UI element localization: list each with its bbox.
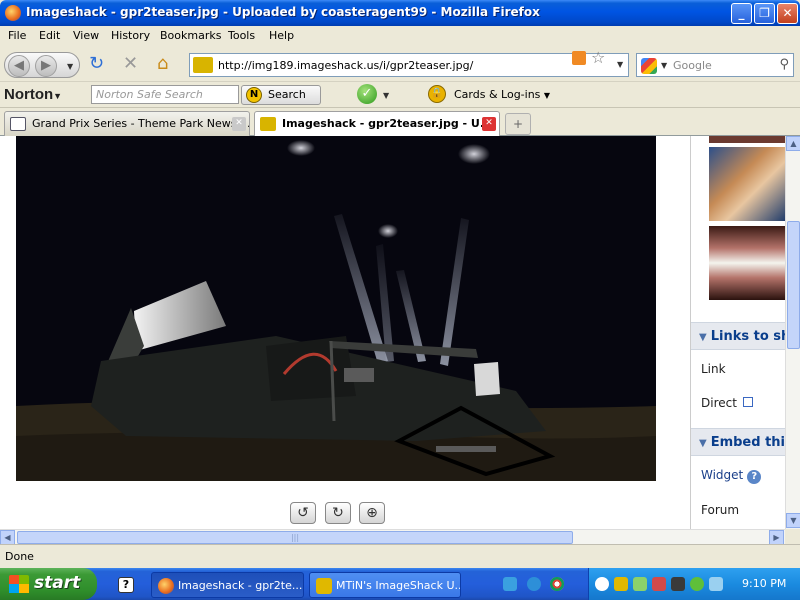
search-icon[interactable]: ⚲ xyxy=(779,57,789,72)
tray-expand-icon[interactable] xyxy=(595,577,609,591)
menu-history[interactable]: History xyxy=(111,29,150,42)
horizontal-scroll-thumb[interactable]: ||| xyxy=(17,531,573,544)
taskbar-button-firefox[interactable]: Imageshack - gpr2te... xyxy=(151,572,304,598)
link-label: Link xyxy=(701,362,726,376)
norton-search-button[interactable]: N Search xyxy=(241,85,321,105)
vertical-scrollbar[interactable]: ▲ ▼ xyxy=(785,136,800,529)
home-icon[interactable]: ⌂ xyxy=(157,55,168,73)
maximize-button[interactable]: ❐ xyxy=(754,3,775,24)
image-viewer[interactable] xyxy=(16,136,656,481)
help-quicklaunch-icon[interactable]: ? xyxy=(118,577,134,593)
safe-web-dropdown-icon[interactable]: ▼ xyxy=(383,91,389,100)
identity-safe-icon[interactable]: 🔒 xyxy=(428,85,446,103)
chrome-icon[interactable] xyxy=(550,577,564,591)
scroll-left-icon[interactable]: ◀ xyxy=(0,530,15,545)
norton-logo[interactable]: Norton▼ xyxy=(4,86,62,103)
norton-search-input[interactable]: Norton Safe Search xyxy=(91,85,239,104)
minimize-button[interactable]: _ xyxy=(731,3,752,24)
stop-icon[interactable]: ✕ xyxy=(123,55,138,73)
norton-icon: N xyxy=(246,87,262,103)
ad-thumbnail-face[interactable] xyxy=(709,147,785,221)
firefox-icon xyxy=(158,578,174,594)
ad-thumbnail-top[interactable] xyxy=(709,136,785,143)
menu-help[interactable]: Help xyxy=(269,29,294,42)
teaser-image xyxy=(16,136,656,481)
menu-tools[interactable]: Tools xyxy=(228,29,255,42)
google-icon[interactable] xyxy=(641,58,657,74)
status-bar: Done xyxy=(0,544,800,568)
rotate-right-button[interactable]: ↻ xyxy=(325,502,351,524)
rotate-left-button[interactable]: ↺ xyxy=(290,502,316,524)
vertical-scroll-thumb[interactable] xyxy=(787,221,800,349)
navigation-toolbar: ◀ ▶ ▼ ↻ ✕ ⌂ http://img189.imageshack.us/… xyxy=(0,46,800,82)
tab-imageshack[interactable]: Imageshack - gpr2teaser.jpg - U... ✕ xyxy=(254,111,500,136)
forward-button[interactable]: ▶ xyxy=(35,55,57,77)
url-dropdown-icon[interactable]: ▼ xyxy=(617,60,623,69)
web-search-box[interactable]: ▼ Google ⚲ xyxy=(636,53,794,77)
network-icon[interactable] xyxy=(633,577,647,591)
tab-bar: Grand Prix Series - Theme Park News, ...… xyxy=(0,108,800,136)
history-dropdown-icon[interactable]: ▼ xyxy=(67,62,73,71)
internet-explorer-icon[interactable] xyxy=(527,577,541,591)
tab-close-icon[interactable]: ✕ xyxy=(482,117,496,131)
menu-file[interactable]: File xyxy=(8,29,26,42)
clock[interactable]: 9:10 PM xyxy=(742,577,786,590)
scroll-right-icon[interactable]: ▶ xyxy=(769,530,784,545)
menu-edit[interactable]: Edit xyxy=(39,29,60,42)
close-button[interactable]: ✕ xyxy=(777,3,798,24)
menu-bar: File Edit View History Bookmarks Tools H… xyxy=(0,26,800,46)
status-text: Done xyxy=(5,550,34,563)
right-sidebar: ▼ Links to sh Link Direct ▼ Embed thi Widg… xyxy=(690,136,785,529)
direct-link[interactable]: Direct xyxy=(701,396,753,410)
search-placeholder: Google xyxy=(673,59,712,72)
update-icon[interactable] xyxy=(690,577,704,591)
widget-link[interactable]: Widget? xyxy=(701,468,762,484)
windows-taskbar: start ? Imageshack - gpr2te... MTiN's Im… xyxy=(0,568,800,600)
new-tab-button[interactable]: + xyxy=(505,113,531,135)
start-button[interactable]: start xyxy=(0,568,97,600)
tab-close-icon[interactable]: ✕ xyxy=(232,117,246,131)
title-bar: Imageshack - gpr2teaser.jpg - Uploaded b… xyxy=(0,0,800,26)
embed-section-header[interactable]: ▼ Embed thi xyxy=(691,428,785,456)
taskbar-button-imageshack[interactable]: MTiN's ImageShack U... xyxy=(309,572,461,598)
back-button[interactable]: ◀ xyxy=(8,55,30,77)
windows-logo-icon xyxy=(9,575,29,593)
zoom-button[interactable]: ⊕ xyxy=(359,502,385,524)
forum-label: Forum xyxy=(701,503,740,517)
site-favicon xyxy=(193,57,213,73)
window-title: Imageshack - gpr2teaser.jpg - Uploaded b… xyxy=(26,5,540,19)
volume-icon[interactable] xyxy=(709,577,723,591)
safe-web-check-icon[interactable]: ✓ xyxy=(357,84,377,104)
external-link-icon xyxy=(742,397,753,407)
bookmark-star-icon[interactable]: ☆ xyxy=(591,48,605,67)
scroll-corner xyxy=(785,529,800,544)
page-icon xyxy=(10,117,26,131)
scroll-up-icon[interactable]: ▲ xyxy=(786,136,800,151)
menu-bookmarks[interactable]: Bookmarks xyxy=(160,29,221,42)
reload-icon[interactable]: ↻ xyxy=(89,55,104,73)
links-section-header[interactable]: ▼ Links to sh xyxy=(691,322,785,350)
rss-feed-icon[interactable] xyxy=(572,51,586,65)
norton-toolbar: Norton▼ Norton Safe Search N Search ✓ ▼ … xyxy=(0,82,800,108)
norton-tray-icon[interactable] xyxy=(614,577,628,591)
scroll-down-icon[interactable]: ▼ xyxy=(786,513,800,528)
imageshack-icon xyxy=(316,578,332,594)
help-icon[interactable]: ? xyxy=(747,470,762,484)
cards-logins-menu[interactable]: Cards & Log-ins ▼ xyxy=(454,88,550,101)
tab-grand-prix[interactable]: Grand Prix Series - Theme Park News, ...… xyxy=(4,111,250,136)
security-icon[interactable] xyxy=(652,577,666,591)
firefox-icon xyxy=(5,5,21,21)
horizontal-scrollbar[interactable]: ◀ ||| ▶ xyxy=(0,529,785,545)
ad-thumbnail-teeth[interactable] xyxy=(709,226,785,300)
engine-dropdown-icon[interactable]: ▼ xyxy=(661,61,667,70)
menu-view[interactable]: View xyxy=(73,29,99,42)
page-content: ↺ ↻ ⊕ ▼ Links to sh Link Direct ▼ Embed th… xyxy=(0,136,785,529)
messenger-icon[interactable] xyxy=(503,577,517,591)
url-text[interactable]: http://img189.imageshack.us/i/gpr2teaser… xyxy=(218,59,473,72)
url-bar[interactable]: http://img189.imageshack.us/i/gpr2teaser… xyxy=(189,53,629,77)
imageshack-icon xyxy=(260,117,276,131)
back-forward-group: ◀ ▶ ▼ xyxy=(4,52,80,78)
device-icon[interactable] xyxy=(671,577,685,591)
system-tray: 9:10 PM xyxy=(588,568,800,600)
